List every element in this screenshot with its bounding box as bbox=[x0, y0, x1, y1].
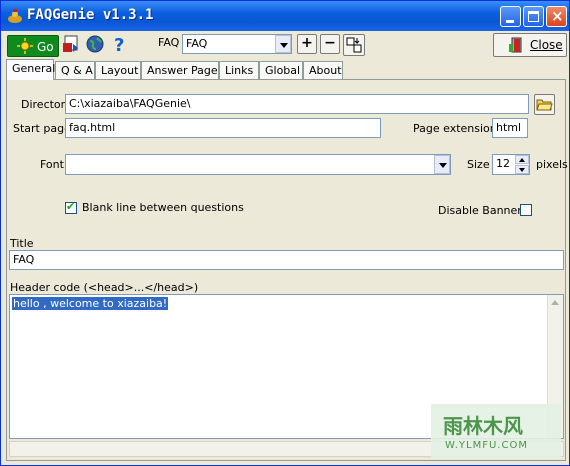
tab-layout[interactable]: Layout bbox=[95, 61, 141, 79]
help-button[interactable]: ? bbox=[109, 34, 131, 56]
plus-icon: + bbox=[301, 35, 313, 51]
close-x-icon: × bbox=[551, 7, 564, 25]
tab-global[interactable]: Global bbox=[259, 61, 303, 79]
scroll-up-icon[interactable] bbox=[551, 300, 559, 305]
size-value: 12 bbox=[496, 157, 510, 170]
disable-banner-label: Disable Banner bbox=[438, 204, 522, 217]
minimize-icon bbox=[506, 20, 514, 23]
faq-select-value: FAQ bbox=[186, 37, 208, 50]
exit-door-icon bbox=[509, 37, 522, 53]
sun-icon bbox=[17, 38, 33, 54]
faq-select[interactable]: FAQ bbox=[182, 34, 292, 54]
close-button[interactable]: Close bbox=[493, 33, 567, 57]
chevron-down-icon[interactable] bbox=[434, 155, 450, 174]
watermark-title: 雨林木风 bbox=[443, 414, 523, 438]
browse-directory-button[interactable] bbox=[534, 94, 555, 115]
help-icon: ? bbox=[114, 35, 124, 56]
go-button[interactable]: Go bbox=[7, 35, 59, 57]
go-button-label: Go bbox=[37, 40, 54, 54]
folder-open-icon bbox=[536, 99, 553, 111]
start-page-input[interactable]: faq.html bbox=[65, 118, 381, 138]
size-label: Size bbox=[467, 158, 490, 171]
font-label: Font bbox=[40, 158, 64, 171]
start-page-label: Start page bbox=[13, 122, 71, 135]
tab-about[interactable]: About bbox=[303, 61, 343, 79]
tab-general[interactable]: General bbox=[6, 59, 55, 80]
watermark-url: W.YLMFU.COM bbox=[445, 440, 528, 451]
import-button[interactable] bbox=[61, 34, 83, 56]
header-code-label: Header code (<head>...</head>) bbox=[10, 281, 199, 294]
faq-label: FAQ bbox=[158, 36, 180, 49]
svg-text:?: ? bbox=[114, 35, 124, 54]
spinner-up-icon[interactable] bbox=[515, 155, 529, 164]
tab-links[interactable]: Links bbox=[219, 61, 259, 79]
remove-faq-button[interactable]: − bbox=[320, 34, 340, 54]
globe-icon bbox=[86, 35, 104, 53]
close-button-label: Close bbox=[530, 38, 563, 52]
maximize-button[interactable] bbox=[523, 6, 544, 27]
app-window: FAQGenie v1.3.1 × Go ? FAQ FAQ + − Close… bbox=[0, 0, 570, 466]
rename-faq-button[interactable] bbox=[343, 34, 365, 56]
title-label: Title bbox=[10, 237, 34, 250]
chevron-down-icon[interactable] bbox=[275, 35, 291, 53]
title-bar[interactable]: FAQGenie v1.3.1 × bbox=[1, 1, 569, 31]
page-extension-label: Page extension bbox=[413, 122, 497, 135]
web-button[interactable] bbox=[85, 34, 107, 56]
maximize-icon bbox=[528, 11, 539, 22]
size-spinner[interactable]: 12 bbox=[492, 154, 530, 175]
window-close-button[interactable]: × bbox=[546, 6, 567, 27]
genie-lamp-icon bbox=[8, 9, 22, 23]
minus-icon: − bbox=[324, 35, 336, 51]
toolbar: Go ? FAQ FAQ + − Close bbox=[3, 32, 569, 58]
import-icon bbox=[63, 35, 78, 52]
tab-answer-page[interactable]: Answer Page bbox=[141, 61, 219, 79]
blank-line-label: Blank line between questions bbox=[82, 201, 244, 214]
spinner-down-icon[interactable] bbox=[515, 165, 529, 174]
disable-banner-checkbox[interactable] bbox=[520, 204, 532, 216]
font-select[interactable] bbox=[65, 154, 451, 175]
header-code-text: hello , welcome to xiazaiba! bbox=[12, 297, 169, 310]
directory-input[interactable]: C:\xiazaiba\FAQGenie\ bbox=[65, 94, 529, 114]
pixels-label: pixels bbox=[536, 158, 568, 171]
rename-icon bbox=[346, 37, 362, 53]
window-title: FAQGenie v1.3.1 bbox=[27, 7, 154, 23]
minimize-button[interactable] bbox=[500, 6, 521, 27]
tab-q-and-a[interactable]: Q & A bbox=[55, 61, 95, 79]
watermark-logo: 雨林木风 W.YLMFU.COM bbox=[431, 404, 561, 459]
add-faq-button[interactable]: + bbox=[297, 34, 317, 54]
page-extension-input[interactable]: html bbox=[492, 118, 528, 138]
title-input[interactable]: FAQ bbox=[9, 250, 564, 270]
blank-line-checkbox[interactable] bbox=[65, 200, 77, 214]
